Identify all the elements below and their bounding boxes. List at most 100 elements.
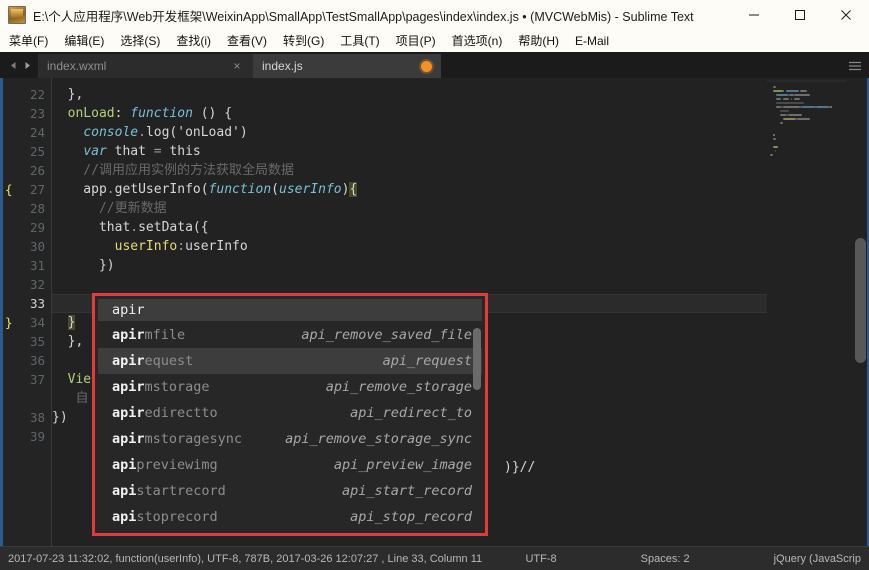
minimap-line bbox=[790, 98, 793, 100]
code-token: ( bbox=[200, 182, 209, 197]
autocomplete-item[interactable]: apipreviewimg api_preview_image bbox=[98, 452, 482, 478]
minimap-line bbox=[773, 146, 778, 148]
line-number: 25 bbox=[29, 144, 45, 159]
status-indentation[interactable]: Spaces: 2 bbox=[641, 553, 690, 565]
code-token: setData({ bbox=[138, 220, 209, 235]
minimap-line bbox=[782, 90, 785, 92]
autocomplete-item[interactable]: apirequest api_request bbox=[98, 348, 482, 374]
minimap-line bbox=[773, 138, 777, 140]
autocomplete-item-description: api_remove_saved_file bbox=[301, 327, 472, 343]
code-line: var that = this bbox=[52, 142, 200, 161]
sublime-text-window: E:\个人应用程序\Web开发框架\WeixinApp\SmallApp\Tes… bbox=[0, 0, 869, 570]
code-minimap[interactable] bbox=[767, 82, 847, 546]
autocomplete-list[interactable]: apirmfile api_remove_saved_file apirequest… bbox=[98, 322, 482, 530]
window-controls bbox=[731, 0, 869, 30]
window-title: E:\个人应用程序\Web开发框架\WeixinApp\SmallApp\Tes… bbox=[33, 9, 694, 24]
autocomplete-item[interactable]: apirmstoragesync api_remove_storage_sync bbox=[98, 426, 482, 452]
status-encoding[interactable]: UTF-8 bbox=[525, 553, 556, 565]
minimap-line bbox=[830, 106, 833, 108]
close-button[interactable] bbox=[823, 0, 869, 30]
chevron-right-icon[interactable] bbox=[20, 54, 34, 76]
line-number: 28 bbox=[29, 201, 45, 216]
menu-item-2[interactable]: 选择(S) bbox=[113, 31, 167, 51]
unmatched-rest: equest bbox=[144, 353, 194, 369]
hamburger-menu-icon[interactable] bbox=[841, 54, 869, 78]
menu-item-5[interactable]: 转到(G) bbox=[276, 31, 331, 51]
minimap-line bbox=[786, 90, 799, 92]
menu-item-8[interactable]: 首选项(n) bbox=[445, 31, 510, 51]
autocomplete-item-trigger: apistartrecord bbox=[112, 478, 226, 504]
code-line: Vie bbox=[52, 370, 91, 389]
code-token: //更新数据 bbox=[52, 201, 167, 216]
code-token: that bbox=[52, 220, 131, 235]
line-number: 36 bbox=[29, 353, 45, 368]
menu-item-1[interactable]: 编辑(E) bbox=[57, 31, 111, 51]
code-token: { bbox=[349, 182, 358, 197]
chevron-left-icon[interactable] bbox=[6, 54, 20, 76]
status-syntax[interactable]: jQuery (JavaScrip bbox=[774, 553, 861, 565]
code-token: 自 bbox=[52, 391, 89, 406]
menu-item-10[interactable]: E-Mail bbox=[568, 31, 616, 51]
vertical-scrollbar[interactable] bbox=[855, 238, 866, 363]
menu-item-3[interactable]: 查找(i) bbox=[169, 31, 218, 51]
menu-item-4[interactable]: 查看(V) bbox=[220, 31, 274, 51]
minimap-line bbox=[794, 94, 810, 96]
autocomplete-item-description: api_redirect_to bbox=[350, 405, 472, 421]
code-token: //调用应用实例的方法获取全局数据 bbox=[52, 163, 294, 178]
autocomplete-item[interactable]: apirmfile api_remove_saved_file bbox=[98, 322, 482, 348]
unmatched-rest: previewimg bbox=[136, 457, 218, 473]
unmatched-rest: mfile bbox=[144, 327, 186, 343]
close-icon[interactable]: × bbox=[230, 59, 244, 73]
fold-marker[interactable]: { bbox=[5, 180, 13, 199]
maximize-button[interactable] bbox=[777, 0, 823, 30]
autocomplete-input[interactable]: apir bbox=[98, 299, 482, 321]
minimap-line bbox=[776, 102, 804, 104]
menu-item-9[interactable]: 帮助(H) bbox=[511, 31, 566, 51]
menu-item-0[interactable]: 菜单(F) bbox=[2, 31, 55, 51]
autocomplete-item-description: api_preview_image bbox=[333, 457, 472, 473]
line-number: 22 bbox=[29, 87, 45, 102]
line-number: 34 bbox=[29, 315, 45, 330]
tab-index-wxml[interactable]: index.wxml × bbox=[38, 54, 253, 78]
autocomplete-item[interactable]: apistartrecord api_start_record bbox=[98, 478, 482, 504]
code-token: . bbox=[106, 182, 115, 197]
unmatched-rest: mstoragesync bbox=[144, 431, 243, 447]
line-number: 35 bbox=[29, 334, 45, 349]
tab-bar: index.wxml × index.js bbox=[0, 52, 869, 78]
menu-item-6[interactable]: 工具(T) bbox=[333, 31, 386, 51]
unmatched-rest: startrecord bbox=[136, 483, 226, 499]
minimize-button[interactable] bbox=[731, 0, 777, 30]
code-token: getUserInfo bbox=[114, 182, 201, 197]
unsaved-changes-icon bbox=[421, 60, 432, 72]
autocomplete-item-trigger: apirmstoragesync bbox=[112, 426, 242, 452]
code-token: function bbox=[130, 106, 193, 121]
autocomplete-item-trigger: apirmstorage bbox=[112, 374, 210, 400]
popup-scrollbar[interactable] bbox=[473, 328, 481, 390]
code-token: Vie bbox=[67, 372, 92, 387]
autocomplete-item-description: api_request bbox=[382, 353, 472, 369]
matched-prefix: api bbox=[112, 483, 137, 499]
tab-label: index.wxml bbox=[47, 59, 107, 73]
fold-marker[interactable]: } bbox=[5, 313, 13, 332]
title-bar: E:\个人应用程序\Web开发框架\WeixinApp\SmallApp\Tes… bbox=[0, 0, 869, 31]
matched-prefix: apir bbox=[112, 379, 145, 395]
code-token: userInfo bbox=[185, 239, 248, 254]
autocomplete-item[interactable]: apirmstorage api_remove_storage bbox=[98, 374, 482, 400]
code-token: : bbox=[114, 106, 131, 121]
minimap-line bbox=[782, 118, 796, 120]
menu-item-7[interactable]: 项目(P) bbox=[389, 31, 443, 51]
minimap-line bbox=[787, 114, 802, 116]
tab-index-js[interactable]: index.js bbox=[253, 54, 441, 78]
code-line: app.getUserInfo(function(userInfo){ bbox=[52, 180, 358, 199]
menu-bar: 菜单(F) 编辑(E) 选择(S) 查找(i) 查看(V) 转到(G) 工具(T) 项目(P)… bbox=[0, 30, 869, 53]
matched-prefix: apir bbox=[112, 327, 145, 343]
autocomplete-item[interactable]: apiredirectto api_redirect_to bbox=[98, 400, 482, 426]
minimap-line bbox=[797, 118, 810, 120]
autocomplete-popup[interactable]: apir apirmfile api_remove_saved_file apire… bbox=[92, 293, 488, 536]
code-token: userInfo bbox=[279, 182, 342, 197]
minimap-line bbox=[800, 90, 807, 92]
autocomplete-item[interactable]: apistoprecord api_stop_record bbox=[98, 504, 482, 530]
code-token: }) bbox=[52, 258, 115, 273]
